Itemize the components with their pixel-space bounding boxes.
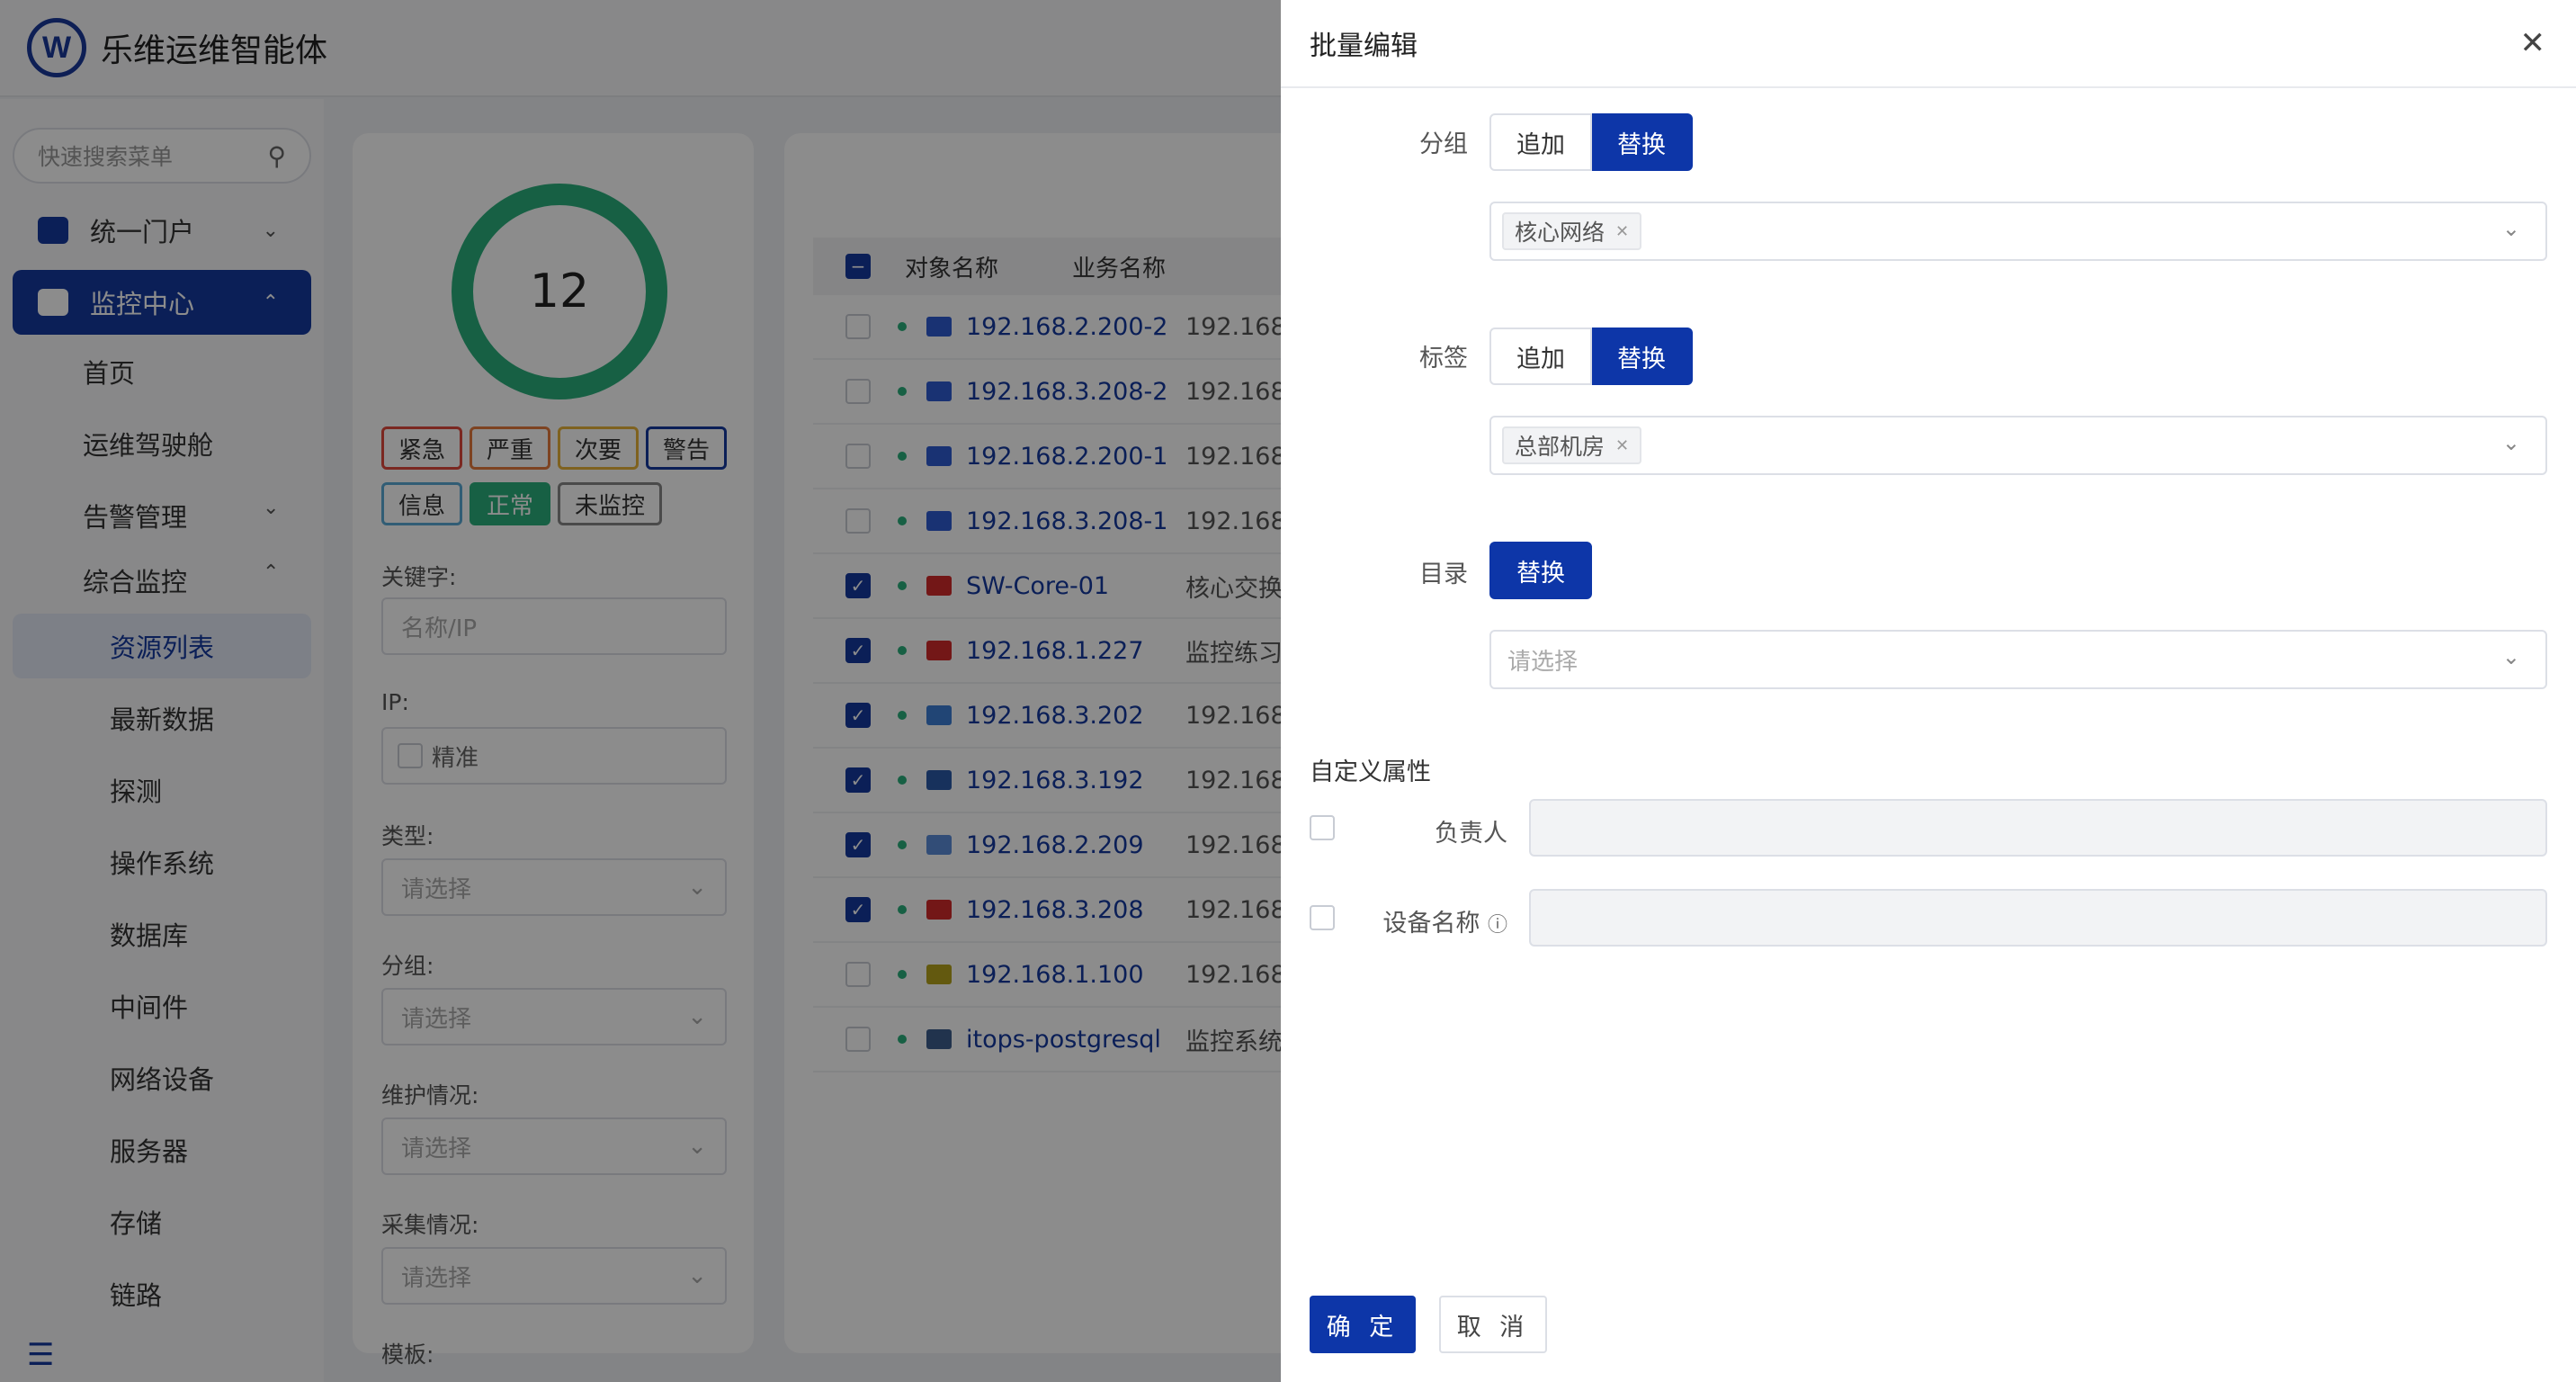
- drawer-title: 批量编辑: [1310, 31, 1418, 62]
- cancel-button[interactable]: 取 消: [1439, 1296, 1547, 1353]
- group-label: 分组: [1419, 130, 1468, 158]
- group-select[interactable]: 核心网络 ✕ ⌄: [1489, 202, 2547, 261]
- tag-replace-button[interactable]: 替换: [1592, 328, 1693, 385]
- modal-overlay[interactable]: [0, 0, 1281, 1382]
- device-name-label-wrap: 设备名称 ⓘ: [1376, 903, 1507, 938]
- owner-checkbox[interactable]: [1310, 815, 1335, 840]
- group-append-button[interactable]: 追加: [1489, 113, 1592, 171]
- device-name-checkbox[interactable]: [1310, 905, 1335, 930]
- catalog-select[interactable]: 请选择 ⌄: [1489, 630, 2547, 689]
- confirm-button[interactable]: 确 定: [1310, 1296, 1416, 1353]
- catalog-mode-toggle: 替换: [1489, 542, 1592, 599]
- tag-chip-label: 总部机房: [1515, 434, 1606, 460]
- catalog-placeholder: 请选择: [1507, 648, 1579, 676]
- drawer-header: 批量编辑 ✕: [1281, 0, 2576, 88]
- device-name-label: 设备名称: [1382, 910, 1480, 938]
- tag-chip: 总部机房 ✕: [1502, 426, 1642, 464]
- group-chip-label: 核心网络: [1515, 220, 1606, 246]
- owner-label: 负责人: [1435, 820, 1507, 848]
- group-replace-button[interactable]: 替换: [1592, 113, 1693, 171]
- owner-input[interactable]: [1529, 799, 2547, 857]
- tag-label: 标签: [1419, 345, 1468, 372]
- info-icon[interactable]: ⓘ: [1488, 914, 1507, 937]
- group-chip: 核心网络 ✕: [1502, 212, 1642, 250]
- device-name-input[interactable]: [1529, 889, 2547, 947]
- catalog-label: 目录: [1419, 561, 1468, 588]
- group-mode-toggle: 追加 替换: [1489, 113, 1693, 171]
- tag-mode-toggle: 追加 替换: [1489, 328, 1693, 385]
- chevron-down-icon: ⌄: [2501, 216, 2520, 241]
- tag-select[interactable]: 总部机房 ✕ ⌄: [1489, 416, 2547, 475]
- catalog-replace-button[interactable]: 替换: [1489, 542, 1592, 599]
- close-icon[interactable]: ✕: [1615, 436, 1629, 455]
- chevron-down-icon: ⌄: [2501, 430, 2520, 455]
- tag-append-button[interactable]: 追加: [1489, 328, 1592, 385]
- close-icon[interactable]: ✕: [2520, 25, 2546, 61]
- close-icon[interactable]: ✕: [1615, 222, 1629, 241]
- custom-attrs-title: 自定义属性: [1310, 758, 1431, 786]
- chevron-down-icon: ⌄: [2501, 644, 2520, 669]
